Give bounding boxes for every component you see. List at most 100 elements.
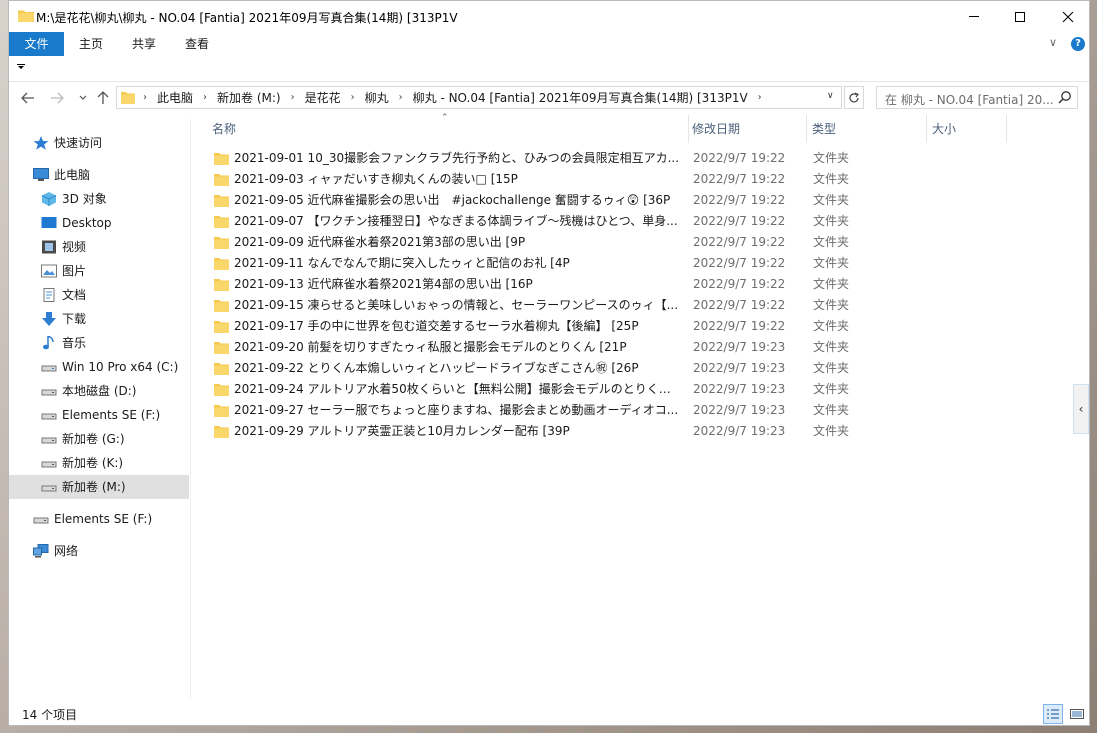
file-name[interactable]: 2021-09-05 近代麻雀撮影会の思い出 #jackochallenge 奮…	[234, 190, 682, 211]
file-name[interactable]: 2021-09-11 なんでなんで期に突入したゥィと配信のお礼 [4P	[234, 253, 682, 274]
search-placeholder[interactable]: 在 柳丸 - NO.04 [Fantia] 20...	[885, 91, 1053, 108]
search-box[interactable]: 在 柳丸 - NO.04 [Fantia] 20...	[876, 86, 1078, 109]
chevron-left-icon: ‹	[1078, 402, 1084, 416]
file-name[interactable]: 2021-09-17 手の中に世界を包む道交差するセーラ水着柳丸【後編】 [25…	[234, 316, 682, 337]
sidebar-item-elements-se[interactable]: Elements SE (F:)	[9, 507, 189, 531]
table-row[interactable]: 2021-09-17 手の中に世界を包む道交差するセーラ水着柳丸【後編】 [25…	[212, 316, 872, 337]
file-name[interactable]: 2021-09-24 アルトリア水着50枚くらいと【無料公開】撮影会モデルのとり…	[234, 379, 682, 400]
address-bar[interactable]: › 此电脑 › 新加卷 (M:) › 是花花 › 柳丸 › 柳丸 - NO.04…	[116, 86, 842, 109]
sidebar-item-drive-k[interactable]: 新加卷 (K:)	[9, 451, 189, 475]
breadcrumb-separator-icon[interactable]: ›	[395, 92, 407, 103]
file-name[interactable]: 2021-09-22 とりくん本煽しいゥィとハッピードライブなぎこさん㊗ [26…	[234, 358, 682, 379]
table-row[interactable]: 2021-09-05 近代麻雀撮影会の思い出 #jackochallenge 奮…	[212, 190, 872, 211]
file-name[interactable]: 2021-09-09 近代麻雀水着祭2021第3部の思い出 [9P	[234, 232, 682, 253]
table-row[interactable]: 2021-09-20 前髪を切りすぎたゥィ私服と撮影会モデルのとりくん [21P…	[212, 337, 872, 358]
column-divider[interactable]	[926, 115, 927, 143]
minimize-button[interactable]	[951, 1, 997, 32]
tab-share[interactable]: 共享	[126, 32, 162, 56]
sidebar-item-drive-m[interactable]: 新加卷 (M:)	[9, 475, 189, 499]
forward-button[interactable]	[47, 88, 67, 108]
file-name[interactable]: 2021-09-13 近代麻雀水着祭2021第4部の思い出 [16P	[234, 274, 682, 295]
table-row[interactable]: 2021-09-22 とりくん本煽しいゥィとハッピードライブなぎこさん㊗ [26…	[212, 358, 872, 379]
breadcrumb-item[interactable]: 是花花	[299, 89, 347, 106]
sidebar-item-this-pc[interactable]: 此电脑	[9, 163, 189, 187]
file-name[interactable]: 2021-09-07 【ワクチン接種翌日】やなぎまる体調ライブ～残機はひとつ、単…	[234, 211, 682, 232]
breadcrumb-item[interactable]: 柳丸 - NO.04 [Fantia] 2021年09月写真合集(14期) [3…	[407, 89, 754, 106]
up-arrow-icon	[97, 91, 109, 104]
breadcrumb-separator-icon[interactable]: ›	[754, 92, 766, 103]
refresh-button[interactable]	[844, 86, 864, 109]
file-date: 2022/9/7 19:22	[693, 319, 786, 333]
column-header-name[interactable]: 名称	[212, 113, 682, 143]
sidebar-item-network[interactable]: 网络	[9, 539, 189, 563]
recent-locations-button[interactable]	[73, 88, 93, 108]
table-row[interactable]: 2021-09-07 【ワクチン接種翌日】やなぎまる体調ライブ～残機はひとつ、単…	[212, 211, 872, 232]
column-divider[interactable]	[806, 115, 807, 143]
sidebar-item-music[interactable]: 音乐	[9, 331, 189, 355]
column-header-type[interactable]: 类型	[812, 113, 922, 143]
sidebar-item-downloads[interactable]: 下载	[9, 307, 189, 331]
tab-file[interactable]: 文件	[9, 32, 64, 56]
close-button[interactable]	[1045, 1, 1089, 32]
table-row[interactable]: 2021-09-11 なんでなんで期に突入したゥィと配信のお礼 [4P 2022/…	[212, 253, 872, 274]
sidebar-item-drive-f[interactable]: Elements SE (F:)	[9, 403, 189, 427]
maximize-button[interactable]	[997, 1, 1043, 32]
file-date: 2022/9/7 19:23	[693, 403, 786, 417]
sidebar-item-drive-g[interactable]: 新加卷 (G:)	[9, 427, 189, 451]
ribbon-tabs: 文件 主页 共享 查看 ∨ ?	[9, 32, 1089, 56]
status-bar: 14 个项目	[9, 701, 1089, 725]
file-name[interactable]: 2021-09-20 前髪を切りすぎたゥィ私服と撮影会モデルのとりくん [21P	[234, 337, 682, 358]
table-row[interactable]: 2021-09-03 ィャァだいすき柳丸くんの装い□ [15P 2022/9/7 …	[212, 169, 872, 190]
preview-pane-toggle[interactable]: ‹	[1073, 384, 1089, 434]
sidebar-item-pictures[interactable]: 图片	[9, 259, 189, 283]
tab-home[interactable]: 主页	[73, 32, 109, 56]
folder-icon	[121, 92, 135, 104]
drive-icon	[41, 365, 57, 372]
details-view-button[interactable]	[1043, 704, 1063, 724]
table-row[interactable]: 2021-09-29 アルトリア英霊正装と10月カレンダー配布 [39P 2022…	[212, 421, 872, 442]
breadcrumb-separator-icon[interactable]: ›	[199, 92, 211, 103]
column-header-size[interactable]: 大小	[932, 113, 1002, 143]
folder-icon	[214, 174, 229, 186]
breadcrumb-separator-icon[interactable]: ›	[287, 92, 299, 103]
column-header-date[interactable]: 修改日期	[692, 113, 802, 143]
sidebar-item-documents[interactable]: 文档	[9, 283, 189, 307]
address-dropdown-icon[interactable]: ∨	[827, 91, 834, 101]
file-date: 2022/9/7 19:22	[693, 151, 786, 165]
qat-dropdown-icon[interactable]	[17, 64, 25, 70]
file-name[interactable]: 2021-09-03 ィャァだいすき柳丸くんの装い□ [15P	[234, 169, 682, 190]
search-icon[interactable]	[1057, 90, 1073, 106]
table-row[interactable]: 2021-09-01 10_30撮影会ファンクラブ先行予約と、ひみつの会員限定相…	[212, 148, 872, 169]
sidebar-item-desktop[interactable]: Desktop	[9, 211, 189, 235]
sidebar-item-quick-access[interactable]: 快速访问	[9, 131, 189, 155]
up-button[interactable]	[93, 88, 113, 108]
table-row[interactable]: 2021-09-27 セーラー服でちょっと座りますね、撮影会まとめ動画オーディオ…	[212, 400, 872, 421]
table-row[interactable]: 2021-09-15 凍らせると美味しいぉゃっの情報と、セーラーワンピースのゥィ…	[212, 295, 872, 316]
table-row[interactable]: 2021-09-09 近代麻雀水着祭2021第3部の思い出 [9P 2022/9/…	[212, 232, 872, 253]
table-row[interactable]: 2021-09-24 アルトリア水着50枚くらいと【無料公開】撮影会モデルのとり…	[212, 379, 872, 400]
file-name[interactable]: 2021-09-01 10_30撮影会ファンクラブ先行予約と、ひみつの会員限定相…	[234, 148, 682, 169]
file-name[interactable]: 2021-09-15 凍らせると美味しいぉゃっの情報と、セーラーワンピースのゥィ…	[234, 295, 682, 316]
column-divider[interactable]	[688, 115, 689, 143]
help-icon[interactable]: ?	[1071, 37, 1085, 51]
breadcrumb-item[interactable]: 此电脑	[151, 89, 199, 106]
tab-view[interactable]: 查看	[179, 32, 215, 56]
file-type: 文件夹	[813, 235, 850, 249]
navigation-pane: 快速访问 此电脑 3D 对象 Desktop 视频 图片 文档 下载 音乐 Wi…	[9, 119, 191, 699]
file-date: 2022/9/7 19:23	[693, 340, 786, 354]
ribbon-expand-chevron-icon[interactable]: ∨	[1049, 36, 1057, 49]
table-row[interactable]: 2021-09-13 近代麻雀水着祭2021第4部の思い出 [16P 2022/9…	[212, 274, 872, 295]
breadcrumb-item[interactable]: 柳丸	[359, 89, 395, 106]
large-icons-view-button[interactable]	[1067, 704, 1087, 724]
sidebar-item-drive-d[interactable]: 本地磁盘 (D:)	[9, 379, 189, 403]
breadcrumb-separator-icon[interactable]: ›	[347, 92, 359, 103]
sidebar-item-drive-c[interactable]: Win 10 Pro x64 (C:)	[9, 355, 189, 379]
column-divider[interactable]	[1006, 115, 1007, 143]
back-button[interactable]	[18, 88, 38, 108]
breadcrumb-item[interactable]: 新加卷 (M:)	[211, 89, 287, 106]
file-name[interactable]: 2021-09-27 セーラー服でちょっと座りますね、撮影会まとめ動画オーディオ…	[234, 400, 682, 421]
sidebar-item-3d-objects[interactable]: 3D 对象	[9, 187, 189, 211]
breadcrumb-separator-icon[interactable]: ›	[139, 92, 151, 103]
file-name[interactable]: 2021-09-29 アルトリア英霊正装と10月カレンダー配布 [39P	[234, 421, 682, 442]
sidebar-item-videos[interactable]: 视频	[9, 235, 189, 259]
